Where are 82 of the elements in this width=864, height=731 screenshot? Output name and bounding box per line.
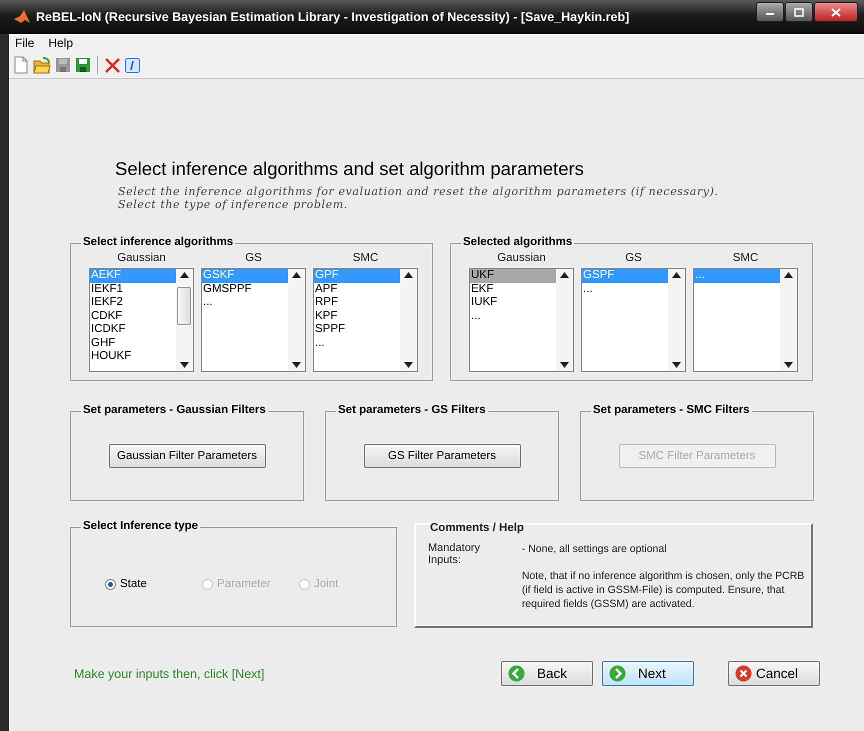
scrollbar[interactable]: [176, 269, 193, 371]
maximize-button[interactable]: [785, 2, 813, 22]
scrollbar[interactable]: [780, 269, 797, 371]
list-item[interactable]: APF: [314, 282, 400, 296]
group-title: Set parameters - SMC Filters: [591, 404, 752, 416]
help-label: Mandatory Inputs:: [428, 542, 481, 568]
scrollbar[interactable]: [400, 269, 417, 371]
app-logo-icon: [14, 10, 30, 24]
algorithm-list[interactable]: UKF EKF IUKF ...: [469, 268, 574, 372]
list-item[interactable]: GHF: [90, 336, 176, 350]
scrollbar[interactable]: [288, 269, 305, 371]
list-label: GS: [245, 252, 262, 264]
scroll-down-icon[interactable]: [292, 362, 301, 368]
help-title: Comments / Help: [429, 522, 525, 534]
scroll-up-icon[interactable]: [180, 272, 189, 278]
close-icon: [831, 8, 841, 16]
scroll-down-icon[interactable]: [784, 362, 793, 368]
list-item[interactable]: EKF: [470, 282, 556, 296]
algorithm-list[interactable]: GSPF ...: [581, 268, 686, 372]
save-icon[interactable]: [75, 57, 91, 73]
scroll-up-icon[interactable]: [560, 272, 569, 278]
list-item[interactable]: ICDKF: [90, 323, 176, 336]
group-title: Selected algorithms: [461, 236, 574, 248]
algorithm-list[interactable]: GPF APF RPF KPF SPPF ...: [313, 268, 418, 372]
list-item[interactable]: ...: [582, 282, 668, 296]
list-item[interactable]: ...: [202, 296, 288, 310]
list-item[interactable]: UKF: [470, 269, 556, 282]
next-button[interactable]: Next: [602, 661, 694, 686]
group-title: Select Inference type: [81, 520, 200, 532]
list-item[interactable]: ...: [314, 336, 400, 350]
scroll-down-icon[interactable]: [404, 362, 413, 368]
list-item[interactable]: HOUKF: [90, 350, 176, 364]
close-button[interactable]: [814, 2, 858, 22]
list-item[interactable]: ...: [470, 310, 556, 323]
group-title: Set parameters - GS Filters: [336, 404, 488, 416]
scroll-down-icon[interactable]: [672, 362, 681, 368]
scroll-up-icon[interactable]: [292, 272, 301, 278]
scroll-up-icon[interactable]: [672, 272, 681, 278]
list-item[interactable]: GMSPPF: [202, 282, 288, 296]
menu-item[interactable]: File: [15, 36, 34, 50]
radio-option[interactable]: State: [105, 578, 202, 590]
minimize-button[interactable]: [756, 2, 784, 22]
list-label: SMC: [352, 252, 378, 264]
help-text: Note, that if no inference algorithm is chosen, only the PCRB (if field is active in GSSM-File) is computed. Ensure, that required fields (GSSM) are activated.: [522, 569, 806, 611]
open-folder-icon[interactable]: [33, 56, 51, 74]
info-icon[interactable]: [125, 58, 140, 72]
scroll-down-icon[interactable]: [180, 362, 189, 368]
group-title: Set parameters - Gaussian Filters: [81, 404, 268, 416]
cancel-button[interactable]: Cancel: [728, 661, 820, 686]
list-label: Gaussian: [497, 252, 546, 264]
list-item[interactable]: RPF: [314, 296, 400, 310]
maximize-icon: [794, 8, 804, 16]
list-label: Gaussian: [117, 252, 166, 264]
scroll-up-icon[interactable]: [784, 272, 793, 278]
list-item[interactable]: SPPF: [314, 323, 400, 336]
cancel-icon: [735, 665, 752, 682]
instruction-text: Select the type of inference problem.: [118, 198, 349, 211]
list-item[interactable]: IUKF: [470, 296, 556, 310]
list-item[interactable]: IEKF2: [90, 296, 176, 310]
algorithm-list[interactable]: GSKF GMSPPF ...: [201, 268, 306, 372]
help-text: - None, all settings are optional: [522, 542, 668, 556]
parameters-button[interactable]: GS Filter Parameters: [364, 444, 520, 468]
scrollbar[interactable]: [668, 269, 685, 371]
list-item[interactable]: CDKF: [90, 310, 176, 323]
status-message: Make your inputs then, click [Next]: [74, 666, 266, 680]
scroll-up-icon[interactable]: [404, 272, 413, 278]
list-label: SMC: [732, 252, 758, 264]
window-title: ReBEL-IoN (Recursive Bayesian Estimation Library - Investigation of Necessity) - [Save_Haykin.reb]: [36, 10, 630, 24]
list-item[interactable]: IEKF1: [90, 282, 176, 296]
parameters-button[interactable]: Gaussian Filter Parameters: [108, 444, 266, 468]
group-title: Select inference algorithms: [81, 236, 236, 248]
algorithm-list[interactable]: AEKF IEKF1 IEKF2 CDKF ICDKF GHF HOUKF: [89, 268, 194, 372]
new-file-icon[interactable]: [13, 56, 29, 74]
back-button[interactable]: Back: [501, 661, 593, 686]
instruction-text: Select the inference algorithms for evaluation and reset the algorithm parameters (if necessary).: [118, 185, 720, 198]
list-label: GS: [625, 252, 642, 264]
menu-item[interactable]: Help: [48, 36, 74, 50]
scrollbar[interactable]: [556, 269, 573, 371]
scroll-down-icon[interactable]: [560, 362, 569, 368]
page-heading: Select inference algorithms and set algorithm parameters: [115, 158, 585, 180]
delete-icon[interactable]: [104, 56, 121, 74]
list-item[interactable]: KPF: [314, 310, 400, 323]
